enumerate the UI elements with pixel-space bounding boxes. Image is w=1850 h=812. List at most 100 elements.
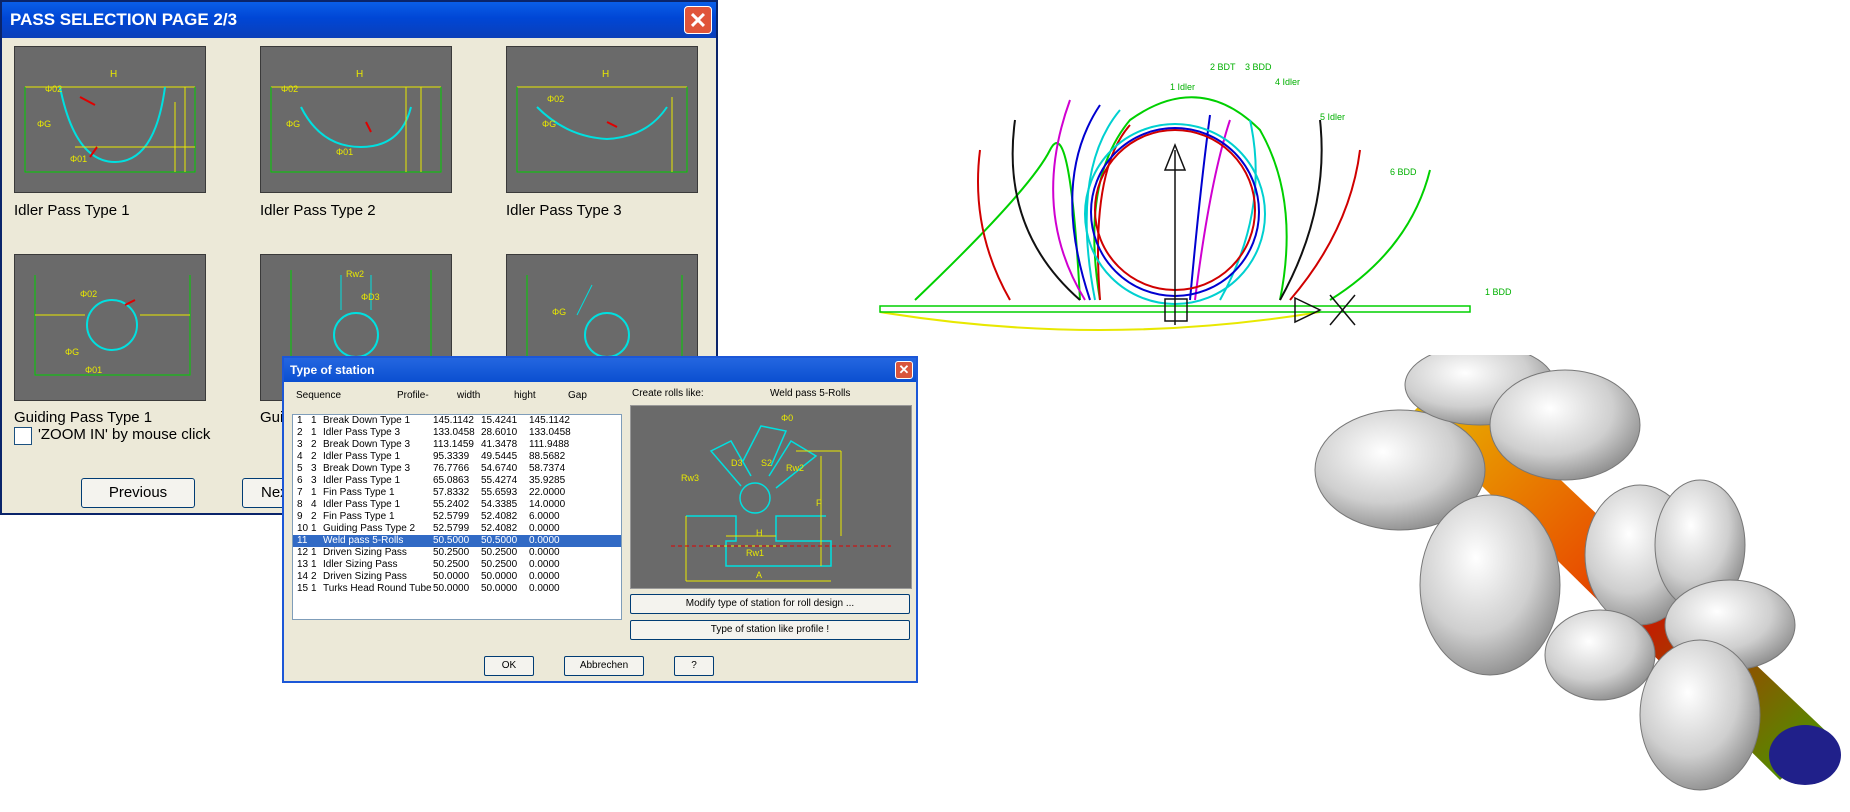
svg-text:ΦD3: ΦD3 xyxy=(361,292,380,302)
svg-text:H: H xyxy=(110,69,117,80)
table-row[interactable]: 2 1 Idler Pass Type 3 133.0458 28.6010 133.04… xyxy=(293,427,621,439)
cell-width: 113.1459 xyxy=(433,439,474,450)
svg-text:Φ02: Φ02 xyxy=(45,84,62,94)
like-profile-button[interactable]: Type of station like profile ! xyxy=(630,620,910,640)
cell-hight: 50.2500 xyxy=(481,559,518,570)
cell-seq: 2 xyxy=(297,427,303,438)
flower-label: 4 Idler xyxy=(1275,77,1300,87)
cell-seq: 10 xyxy=(297,523,309,534)
table-row[interactable]: 8 4 Idler Pass Type 1 55.2402 54.3385 14.0000 xyxy=(293,499,621,511)
cell-hight: 49.5445 xyxy=(481,451,518,462)
table-row[interactable]: 10 1 Guiding Pass Type 2 52.5799 52.4082 0.00… xyxy=(293,523,621,535)
thumbnail-idler-pass-1[interactable]: H Φ02 ΦG Φ01 xyxy=(14,46,206,193)
thumbnail-guiding-pass-1[interactable]: Φ02 ΦG Φ01 xyxy=(14,254,206,401)
cell-hight: 50.0000 xyxy=(481,571,518,582)
table-row[interactable]: 14 2 Driven Sizing Pass 50.0000 50.0000 0.000… xyxy=(293,571,621,583)
cell-gap: 0.0000 xyxy=(529,523,560,534)
cell-name: Fin Pass Type 1 xyxy=(323,511,395,522)
cell-sub: 2 xyxy=(311,451,317,462)
cancel-button[interactable]: Abbrechen xyxy=(564,656,644,676)
table-row[interactable]: 13 1 Idler Sizing Pass 50.2500 50.2500 0.0000 xyxy=(293,559,621,571)
guiding-pass-1-drawing: Φ02 ΦG Φ01 xyxy=(34,275,191,376)
table-row[interactable]: 3 2 Break Down Type 3 113.1459 41.3478 111.94… xyxy=(293,439,621,451)
cell-gap: 0.0000 xyxy=(529,559,560,570)
cell-sub: 1 xyxy=(311,583,317,594)
table-row[interactable]: 9 2 Fin Pass Type 1 52.5799 52.4082 6.0000 xyxy=(293,511,621,523)
cell-gap: 0.0000 xyxy=(529,535,560,546)
pass-selection-titlebar[interactable]: PASS SELECTION PAGE 2/3 ✕ xyxy=(2,2,716,38)
cell-sub: 1 xyxy=(311,547,317,558)
cell-gap: 58.7374 xyxy=(529,463,566,474)
cell-name: Fin Pass Type 1 xyxy=(323,487,395,498)
header-gap: Gap xyxy=(568,390,587,401)
cell-hight: 41.3478 xyxy=(481,439,518,450)
cell-gap: 14.0000 xyxy=(529,499,566,510)
cell-seq: 15 xyxy=(297,583,309,594)
cell-name: Idler Sizing Pass xyxy=(323,559,398,570)
svg-text:Φ01: Φ01 xyxy=(85,365,102,375)
ok-button[interactable]: OK xyxy=(484,656,534,676)
thumbnail-idler-pass-2[interactable]: H Φ02 ΦG Φ01 xyxy=(260,46,452,193)
cell-name: Idler Pass Type 1 xyxy=(323,499,401,510)
cell-width: 52.5799 xyxy=(433,523,470,534)
cell-width: 133.0458 xyxy=(433,427,475,438)
table-row[interactable]: 6 3 Idler Pass Type 1 65.0863 55.4274 35.9285 xyxy=(293,475,621,487)
cell-name: Weld pass 5-Rolls xyxy=(323,535,404,546)
thumbnail-caption: Idler Pass Type 3 xyxy=(506,202,622,219)
cell-gap: 0.0000 xyxy=(529,583,560,594)
cell-gap: 111.9488 xyxy=(529,439,570,450)
cell-seq: 6 xyxy=(297,475,303,486)
svg-text:H: H xyxy=(356,69,363,80)
zoom-checkbox[interactable] xyxy=(14,427,32,445)
cell-width: 50.0000 xyxy=(433,583,470,594)
table-row[interactable]: 11 Weld pass 5-Rolls 50.5000 50.5000 0.0000 xyxy=(293,535,621,547)
cell-gap: 6.0000 xyxy=(529,511,560,522)
svg-text:ΦG: ΦG xyxy=(552,307,566,317)
cell-name: Break Down Type 3 xyxy=(323,439,411,450)
cell-sub: 1 xyxy=(311,559,317,570)
cell-gap: 22.0000 xyxy=(529,487,566,498)
header-hight: hight xyxy=(514,390,536,401)
thumbnail-idler-pass-3[interactable]: H Φ02 ΦG xyxy=(506,46,698,193)
table-row[interactable]: 7 1 Fin Pass Type 1 57.8332 55.6593 22.0000 xyxy=(293,487,621,499)
table-row[interactable]: 4 2 Idler Pass Type 1 95.3339 49.5445 88.5682 xyxy=(293,451,621,463)
cell-sub: 1 xyxy=(311,427,317,438)
table-row[interactable]: 15 1 Turks Head Round Tube 50.0000 50.0000 0.… xyxy=(293,583,621,595)
cell-seq: 3 xyxy=(297,439,303,450)
dialog-titlebar[interactable]: Type of station ✕ xyxy=(284,358,916,382)
cell-seq: 11 xyxy=(297,535,308,546)
close-icon[interactable]: ✕ xyxy=(684,6,712,34)
idler-pass-3-drawing: H Φ02 ΦG xyxy=(516,69,688,173)
cell-hight: 50.0000 xyxy=(481,583,518,594)
table-row[interactable]: 12 1 Driven Sizing Pass 50.2500 50.2500 0.000… xyxy=(293,547,621,559)
station-list[interactable]: 1 1 Break Down Type 1 145.1142 15.4241 145.11… xyxy=(292,414,622,620)
table-row[interactable]: 5 3 Break Down Type 3 76.7766 54.6740 58.7374 xyxy=(293,463,621,475)
flower-label: 6 BDD xyxy=(1390,167,1417,177)
cell-sub: 1 xyxy=(311,415,317,426)
cell-name: Turks Head Round Tube xyxy=(323,583,432,594)
cell-seq: 13 xyxy=(297,559,309,570)
header-profile: Profile- xyxy=(397,390,429,401)
cell-gap: 35.9285 xyxy=(529,475,566,486)
cell-gap: 145.1142 xyxy=(529,415,570,426)
svg-text:S2: S2 xyxy=(761,458,772,468)
cell-sub: 2 xyxy=(311,511,317,522)
cell-name: Guiding Pass Type 2 xyxy=(323,523,416,534)
cell-width: 65.0863 xyxy=(433,475,470,486)
cell-sub: 1 xyxy=(311,487,317,498)
cell-gap: 88.5682 xyxy=(529,451,566,462)
idler-pass-2-drawing: H Φ02 ΦG Φ01 xyxy=(270,69,442,173)
close-icon[interactable]: ✕ xyxy=(895,361,913,379)
header-width: width xyxy=(457,390,481,401)
table-row[interactable]: 1 1 Break Down Type 1 145.1142 15.4241 145.11… xyxy=(293,415,621,427)
svg-text:Φ02: Φ02 xyxy=(80,289,97,299)
svg-text:Rw2: Rw2 xyxy=(786,463,804,473)
modify-station-button[interactable]: Modify type of station for roll design .… xyxy=(630,594,910,614)
cell-hight: 55.6593 xyxy=(481,487,518,498)
cell-hight: 54.3385 xyxy=(481,499,518,510)
previous-button[interactable]: Previous xyxy=(81,478,195,508)
create-rolls-label: Create rolls like: xyxy=(632,388,704,399)
cell-gap: 133.0458 xyxy=(529,427,571,438)
cell-seq: 8 xyxy=(297,499,303,510)
help-button[interactable]: ? xyxy=(674,656,714,676)
